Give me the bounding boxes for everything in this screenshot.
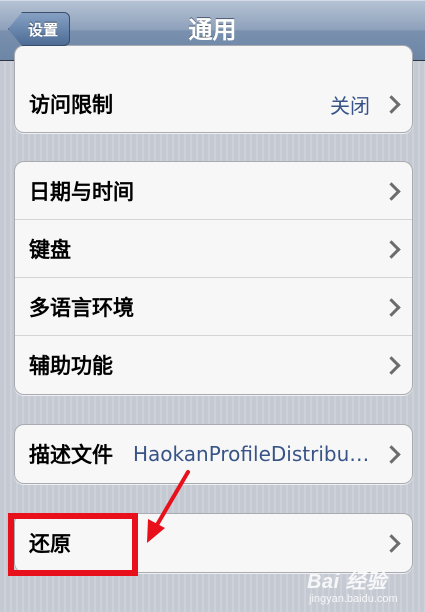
watermark-url: jingyan.baidu.com — [309, 593, 398, 605]
watermark-brand: Bai 经验 — [307, 571, 387, 593]
watermark-logo: Bai 经验 jingyan.baidu.com — [305, 565, 425, 610]
back-button-label: 设置 — [28, 20, 59, 39]
back-button[interactable]: 设置 — [8, 12, 70, 46]
annotation-arrow — [147, 470, 190, 543]
